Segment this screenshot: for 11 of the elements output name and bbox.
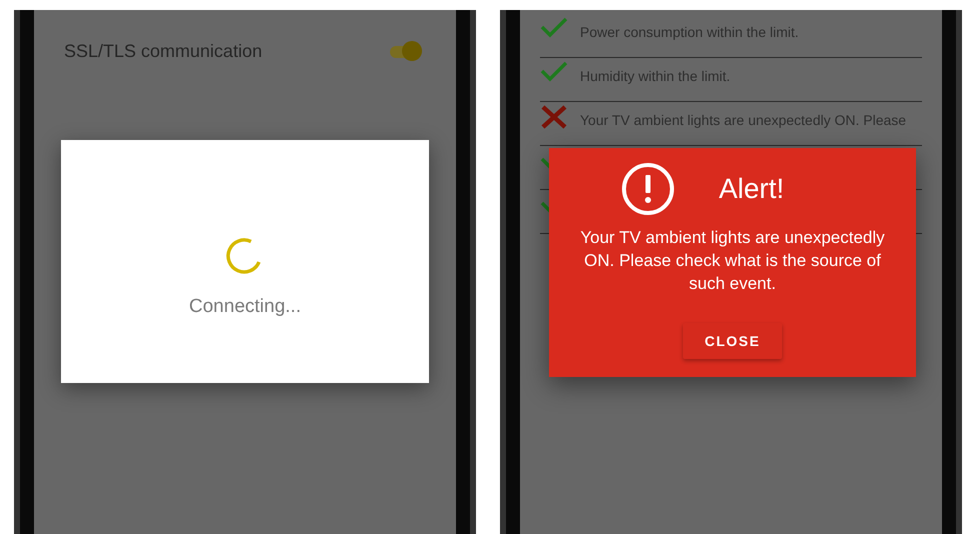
alert-title: Alert! (718, 173, 784, 205)
check-result-text: Power consumption within the limit. (580, 23, 799, 42)
toggle-switch[interactable] (388, 40, 422, 62)
cross-icon (540, 104, 568, 130)
check-result-text: Humidity within the limit. (580, 67, 730, 86)
alert-message: Your TV ambient lights are unexpectedly ON. Please check what is the source of such event. (579, 227, 886, 295)
check-result-text: Your TV ambient lights are unexpectedly ON. Please (580, 111, 906, 130)
progress-message: Connecting... (189, 296, 301, 318)
close-button[interactable]: CLOSE (682, 323, 782, 359)
exclamation-circle-icon (620, 162, 675, 216)
setting-label: SSL/TLS communication (64, 40, 262, 62)
